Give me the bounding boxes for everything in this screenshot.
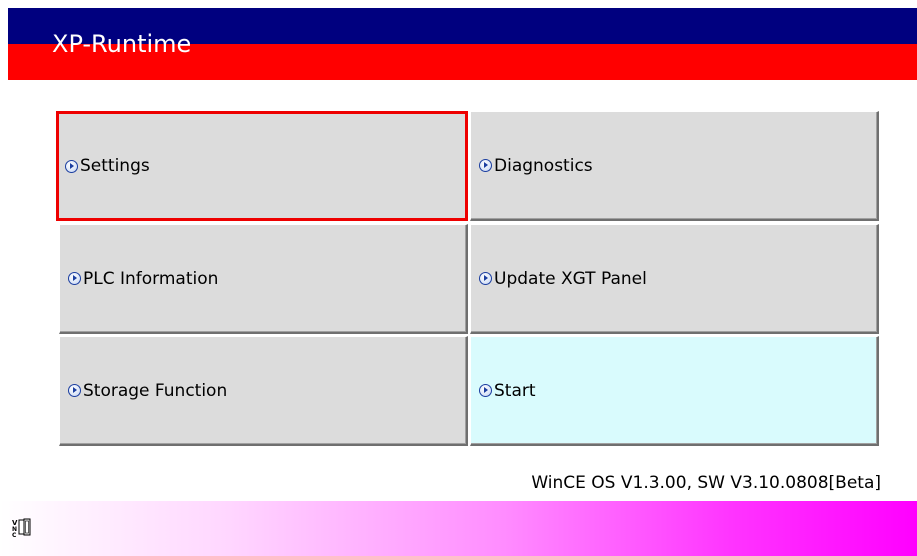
- vnc-icon[interactable]: V N C: [12, 516, 38, 538]
- plc-information-button-label: PLC Information: [83, 268, 219, 289]
- circle-arrow-right-icon: [68, 272, 81, 285]
- diagnostics-button-label: Diagnostics: [494, 155, 593, 176]
- plc-information-button[interactable]: PLC Information: [59, 224, 468, 334]
- circle-arrow-right-icon: [479, 272, 492, 285]
- circle-arrow-right-icon: [68, 384, 81, 397]
- xp-runtime-screen: XP-Runtime Settings Diagnostics PLC Info…: [0, 0, 917, 556]
- circle-arrow-right-icon: [479, 159, 492, 172]
- update-xgt-panel-button[interactable]: Update XGT Panel: [470, 224, 879, 334]
- start-button-label: Start: [494, 380, 536, 401]
- storage-function-button-label: Storage Function: [83, 380, 228, 401]
- circle-arrow-right-icon: [479, 384, 492, 397]
- diagnostics-button[interactable]: Diagnostics: [470, 111, 879, 221]
- title-bar: XP-Runtime: [8, 8, 917, 80]
- svg-text:C: C: [12, 532, 17, 538]
- storage-function-button[interactable]: Storage Function: [59, 336, 468, 446]
- app-title: XP-Runtime: [52, 30, 192, 58]
- start-button[interactable]: Start: [470, 336, 879, 446]
- circle-arrow-right-icon: [65, 159, 78, 173]
- update-xgt-panel-button-label: Update XGT Panel: [494, 268, 647, 289]
- settings-button-label: Settings: [80, 156, 150, 176]
- settings-button[interactable]: Settings: [56, 111, 468, 221]
- taskbar: V N C: [0, 501, 917, 556]
- version-info: WinCE OS V1.3.00, SW V3.10.0808[Beta]: [531, 473, 881, 493]
